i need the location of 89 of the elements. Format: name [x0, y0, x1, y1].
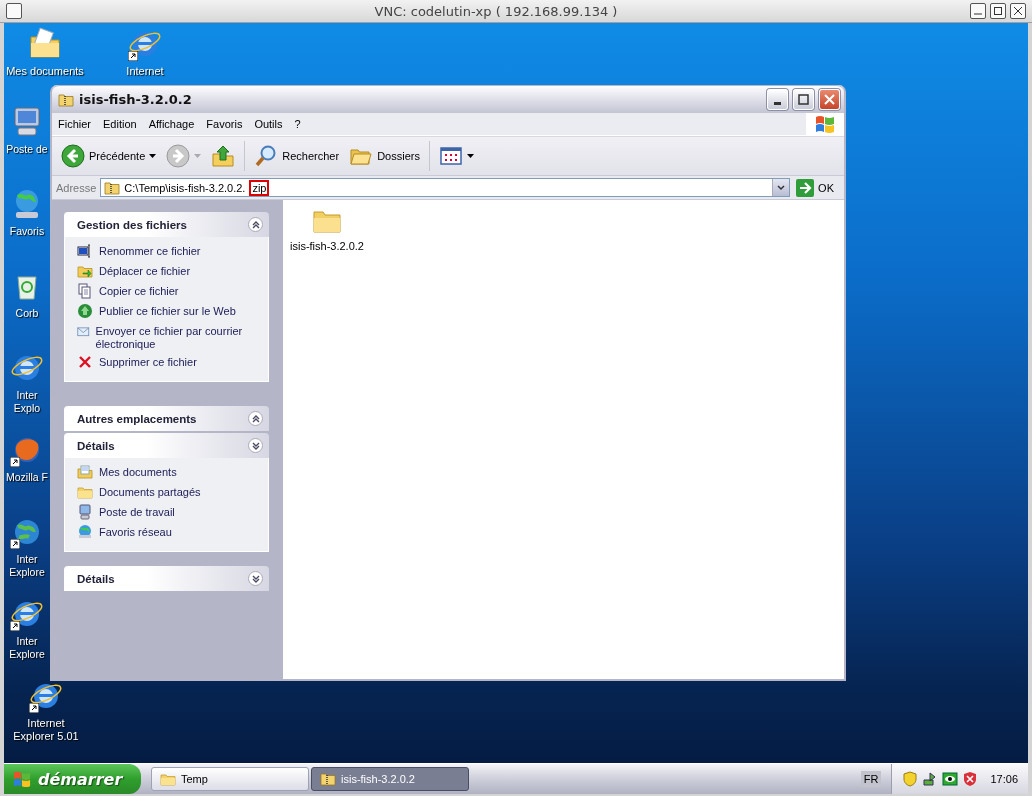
panel-title: Détails — [77, 439, 116, 452]
desktop-icon-label[interactable]: Poste de — [6, 143, 48, 156]
close-icon — [824, 94, 835, 105]
computer-icon — [77, 504, 93, 520]
maximize-icon — [798, 94, 809, 105]
minimize-icon — [774, 102, 781, 105]
menu-item[interactable]: Favoris — [200, 118, 249, 130]
windows-logo-icon — [12, 770, 32, 788]
close-button[interactable] — [1010, 3, 1026, 19]
panel-header[interactable]: Autres emplacements — [64, 406, 269, 431]
folder-icon — [77, 484, 93, 500]
address-field[interactable]: C:\Temp\isis-fish-3.2.0.2. zip — [100, 178, 791, 197]
highlight-box: zip — [249, 179, 270, 196]
zip-folder-icon — [320, 771, 336, 787]
window-menu-button[interactable] — [6, 3, 22, 19]
views-icon — [438, 144, 463, 168]
security-shield-icon[interactable] — [962, 771, 979, 787]
rename-icon — [77, 243, 93, 259]
menu-item[interactable]: Outils — [248, 118, 289, 130]
zip-folder-icon — [58, 91, 74, 108]
copy-icon — [77, 283, 93, 299]
folder-icon[interactable] — [28, 27, 62, 61]
collapse-button[interactable] — [248, 217, 263, 232]
back-button[interactable]: Précédente — [58, 142, 160, 170]
maximize-icon — [994, 7, 1002, 15]
go-arrow-icon — [796, 178, 815, 197]
double-chevron-up-icon — [251, 413, 260, 424]
documents-icon — [77, 464, 93, 480]
window-title: VNC: codelutin-xp ( 192.168.99.134 ) — [373, 3, 619, 19]
desktop-icon-label[interactable]: Corb — [15, 307, 39, 320]
menu-item[interactable]: ? — [288, 118, 307, 130]
desktop-icon-label[interactable]: Internet — [126, 65, 164, 78]
desktop-icon-label[interactable]: Mozilla F — [6, 471, 48, 484]
desktop-icon-label[interactable]: Internet Explorer 5.01 — [13, 717, 79, 743]
task-link[interactable]: Supprimer ce fichier — [77, 354, 260, 371]
language-indicator[interactable]: FR — [860, 771, 882, 787]
folder-icon — [160, 771, 176, 787]
menu-item[interactable]: Affichage — [142, 118, 201, 130]
windows-logo-icon — [814, 114, 836, 134]
clock: 17:06 — [990, 773, 1018, 785]
double-chevron-down-icon — [251, 440, 260, 451]
desktop-icon-label[interactable]: Inter Explore — [9, 553, 45, 579]
go-button[interactable]: OK — [794, 178, 840, 197]
taskbar-button[interactable]: isis-fish-3.2.0.2 — [311, 767, 469, 791]
double-chevron-up-icon — [251, 219, 260, 230]
panel-header[interactable]: Détails — [64, 433, 269, 458]
chevron-down-icon — [777, 184, 786, 191]
zip-folder-icon — [104, 179, 121, 196]
move-icon — [77, 263, 93, 279]
panel-header[interactable]: Détails — [64, 566, 269, 591]
dropdown-button[interactable] — [772, 179, 790, 196]
double-chevron-down-icon — [251, 573, 260, 584]
desktop-icon-label[interactable]: Favoris — [9, 225, 45, 238]
folder-up-icon — [211, 144, 236, 168]
close-icon — [1014, 7, 1022, 15]
menu-item[interactable]: Edition — [97, 118, 143, 130]
search-button[interactable]: Rechercher — [251, 142, 343, 170]
task-link[interactable]: Mes documents — [77, 464, 260, 481]
folders-button[interactable]: Dossiers — [346, 142, 423, 170]
task-link[interactable]: Renommer ce fichier — [77, 243, 260, 260]
task-link[interactable]: Favoris réseau — [77, 524, 260, 541]
panel-title: Gestion des fichiers — [77, 218, 188, 231]
maximize-button[interactable] — [990, 3, 1006, 19]
minimize-button[interactable] — [970, 3, 986, 19]
desktop-icon-label[interactable]: Inter Explore — [9, 635, 45, 661]
task-link[interactable]: Publier ce fichier sur le Web — [77, 303, 260, 320]
desktop-icon-label[interactable]: Inter Explo — [13, 389, 41, 415]
window-title: isis-fish-3.2.0.2 — [79, 92, 193, 107]
delete-icon — [77, 354, 93, 370]
start-button[interactable]: démarrer — [4, 764, 141, 794]
task-link[interactable]: Poste de travail — [77, 504, 260, 521]
task-link[interactable]: Envoyer ce fichier par courrier électronique — [77, 323, 260, 351]
panel-title: Autres emplacements — [77, 412, 198, 425]
network-icon — [77, 524, 93, 540]
file-name[interactable]: isis-fish-3.2.0.2 — [290, 240, 364, 252]
task-link[interactable]: Déplacer ce fichier — [77, 263, 260, 280]
collapse-button[interactable] — [248, 411, 263, 426]
desktop-icon-label[interactable]: Mes documents — [6, 65, 84, 78]
expand-button[interactable] — [248, 438, 263, 453]
task-link[interactable]: Documents partagés — [77, 484, 260, 501]
publish-icon — [77, 303, 93, 319]
eye-icon[interactable] — [942, 771, 959, 787]
taskbar-button[interactable]: Temp — [151, 767, 309, 791]
panel-header[interactable]: Gestion des fichiers — [64, 212, 269, 237]
expand-button[interactable] — [248, 571, 263, 586]
task-link[interactable]: Copier ce fichier — [77, 283, 260, 300]
menu-item[interactable]: Fichier — [52, 118, 97, 130]
panel-title: Détails — [77, 572, 116, 585]
address-label: Adresse — [56, 181, 97, 194]
